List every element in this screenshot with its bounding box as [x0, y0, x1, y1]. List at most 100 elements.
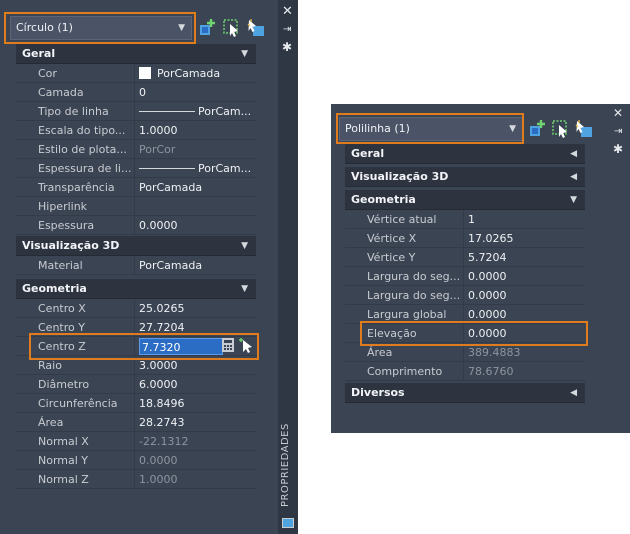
property-value[interactable]: PorCam...: [134, 102, 256, 120]
property-value[interactable]: 27.7204: [134, 318, 256, 336]
chevron-down-icon: ▼: [241, 49, 248, 59]
section-misc-header[interactable]: Diversos ◀: [345, 383, 585, 403]
object-type-dropdown[interactable]: Círculo (1) ▼: [10, 16, 192, 40]
property-row[interactable]: Centro X 25.0265: [16, 299, 256, 318]
property-name: Largura global: [367, 308, 447, 321]
chevron-left-icon: ◀: [570, 149, 577, 159]
quick-select-icon[interactable]: [246, 18, 266, 38]
property-value[interactable]: 0: [134, 83, 256, 101]
property-name: Centro Y: [38, 321, 85, 334]
property-row-elevation[interactable]: Elevação 0.0000: [345, 324, 585, 343]
property-row[interactable]: Área 28.2743: [16, 413, 256, 432]
property-row[interactable]: Estilo de plota... PorCor: [16, 140, 256, 159]
close-icon[interactable]: ✕: [613, 106, 623, 120]
property-value[interactable]: 1.0000: [134, 121, 256, 139]
property-row[interactable]: Normal Y 0.0000: [16, 451, 256, 470]
property-value[interactable]: 1: [463, 210, 585, 228]
property-value[interactable]: 0.0000: [134, 216, 256, 234]
property-value[interactable]: PorCamada: [134, 64, 256, 82]
property-value[interactable]: [134, 197, 256, 215]
settings-icon[interactable]: ✱: [613, 142, 623, 156]
toggle-pickadd-icon[interactable]: [198, 18, 218, 38]
property-row[interactable]: Transparência PorCamada: [16, 178, 256, 197]
select-objects-icon[interactable]: [222, 18, 242, 38]
section-geometry: Geometria ▼ Vértice atual 1 Vértice X 17…: [345, 190, 585, 381]
section-3d-header[interactable]: Visualização 3D ◀: [345, 167, 585, 187]
property-row[interactable]: Espessura 0.0000: [16, 216, 256, 235]
property-row[interactable]: Largura do seg... 0.0000: [345, 286, 585, 305]
linetype-preview: [139, 111, 195, 112]
property-row[interactable]: Camada 0: [16, 83, 256, 102]
center-z-input[interactable]: 7.7320: [139, 338, 223, 355]
property-row[interactable]: Hiperlink: [16, 197, 256, 216]
property-value: 0.0000: [134, 451, 256, 469]
property-name: Vértice atual: [367, 213, 437, 226]
quick-select-icon[interactable]: [574, 119, 594, 139]
property-row[interactable]: Comprimento 78.6760: [345, 362, 585, 381]
property-row[interactable]: Cor PorCamada: [16, 64, 256, 83]
property-row[interactable]: Espessura de li... PorCam...: [16, 159, 256, 178]
auto-hide-icon[interactable]: ⇥: [283, 24, 291, 35]
property-name: Área: [367, 346, 393, 359]
toggle-pickadd-icon[interactable]: [528, 119, 548, 139]
property-row[interactable]: Tipo de linha PorCam...: [16, 102, 256, 121]
section-general-header[interactable]: Geral ◀: [345, 144, 585, 164]
property-value[interactable]: 25.0265: [134, 299, 256, 317]
property-value[interactable]: 6.0000: [134, 375, 256, 393]
property-value[interactable]: 0.0000: [463, 305, 585, 323]
property-row[interactable]: Vértice X 17.0265: [345, 229, 585, 248]
property-value[interactable]: PorCamada: [134, 256, 256, 274]
property-row[interactable]: Largura global 0.0000: [345, 305, 585, 324]
property-row[interactable]: Centro Y 27.7204: [16, 318, 256, 337]
property-row[interactable]: Diâmetro 6.0000: [16, 375, 256, 394]
property-value[interactable]: PorCam...: [134, 159, 256, 177]
property-name: Escala do tipo...: [38, 124, 126, 137]
property-name: Raio: [38, 359, 62, 372]
property-value[interactable]: 17.0265: [463, 229, 585, 247]
palette-title: PROPRIEDADES: [280, 423, 291, 507]
object-type-dropdown[interactable]: Polilinha (1) ▼: [339, 117, 523, 141]
property-row[interactable]: Raio 3.0000: [16, 356, 256, 375]
settings-icon[interactable]: ✱: [282, 40, 292, 54]
property-row[interactable]: Área 389.4883: [345, 343, 585, 362]
property-row[interactable]: Largura do seg... 0.0000: [345, 267, 585, 286]
section-3d-header[interactable]: Visualização 3D ▼: [16, 236, 256, 256]
property-name: Vértice Y: [367, 251, 416, 264]
calculator-icon[interactable]: [220, 337, 236, 353]
property-name: Estilo de plota...: [38, 143, 127, 156]
property-value[interactable]: 0.0000: [463, 267, 585, 285]
property-row[interactable]: Normal Z 1.0000: [16, 470, 256, 489]
property-name: Normal X: [38, 435, 89, 448]
section-general-title: Geral: [351, 147, 385, 160]
property-row[interactable]: Vértice Y 5.7204: [345, 248, 585, 267]
property-value[interactable]: 0.0000: [463, 286, 585, 304]
chevron-left-icon: ◀: [570, 388, 577, 398]
property-value[interactable]: 18.8496: [134, 394, 256, 412]
property-value[interactable]: PorCamada: [134, 178, 256, 196]
section-general-header[interactable]: Geral ▼: [16, 44, 256, 64]
auto-hide-icon[interactable]: ⇥: [614, 126, 622, 137]
property-value[interactable]: 28.2743: [134, 413, 256, 431]
properties-panel-polyline: Polilinha (1) ▼ ✕ ⇥ ✱ Geral ◀ Visualizaç…: [331, 104, 630, 433]
property-value[interactable]: 0.0000: [463, 324, 585, 342]
section-general: Geral ▼ Cor PorCamada Camada 0 Tipo de l…: [16, 44, 256, 235]
color-swatch: [139, 67, 151, 79]
property-row[interactable]: Vértice atual 1: [345, 210, 585, 229]
select-objects-icon[interactable]: [551, 119, 571, 139]
property-row[interactable]: Normal X -22.1312: [16, 432, 256, 451]
property-name: Elevação: [367, 327, 417, 340]
property-row[interactable]: Material PorCamada: [16, 256, 256, 275]
property-value[interactable]: PorCor: [134, 140, 256, 158]
section-3d-title: Visualização 3D: [351, 170, 449, 183]
section-geometry-header[interactable]: Geometria ▼: [345, 190, 585, 210]
property-value[interactable]: 3.0000: [134, 356, 256, 374]
property-row[interactable]: Escala do tipo... 1.0000: [16, 121, 256, 140]
property-row[interactable]: Circunferência 18.8496: [16, 394, 256, 413]
property-value[interactable]: 7.7320: [134, 337, 256, 355]
chevron-down-icon: ▼: [178, 23, 185, 33]
section-geometry-header[interactable]: Geometria ▼: [16, 279, 256, 299]
property-name: Largura do seg...: [367, 270, 461, 283]
close-icon[interactable]: ✕: [282, 4, 293, 19]
pick-point-icon[interactable]: [239, 337, 255, 353]
property-value[interactable]: 5.7204: [463, 248, 585, 266]
